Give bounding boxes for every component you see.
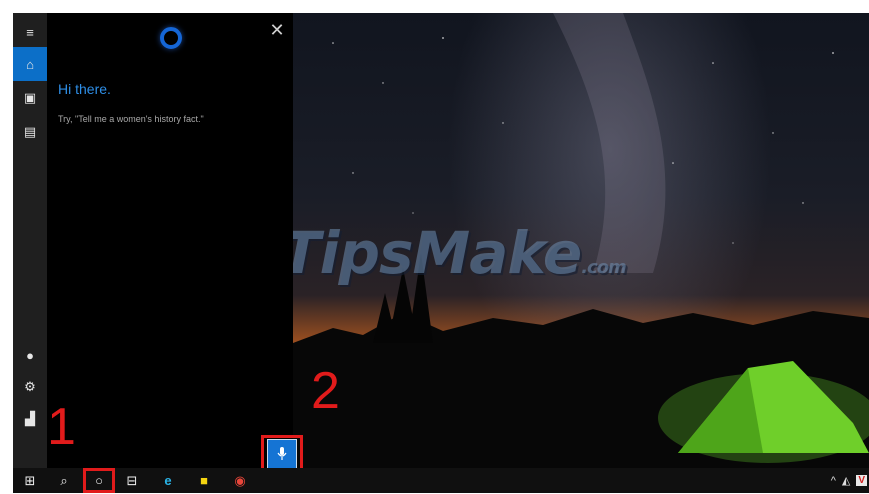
cortana-nav-rail: ≡ ⌂ ▣ ▤ ● ⚙ ▟ (13, 13, 47, 468)
system-tray: ^ ◭ V (831, 468, 869, 493)
notebook-icon[interactable]: ▣ (13, 81, 47, 115)
microphone-icon (267, 439, 297, 469)
chrome-icon[interactable]: ◉ (225, 468, 255, 493)
cortana-icon[interactable]: ○ (83, 468, 115, 493)
close-button[interactable]: ✕ (267, 17, 287, 43)
cortana-panel: ✕ Hi there. Try, "Tell me a women's hist… (47, 13, 293, 468)
annotation-step-2: 2 (311, 362, 340, 420)
settings-icon[interactable]: ⚙ (13, 370, 47, 404)
suggestion-text: Try, "Tell me a women's history fact." (58, 114, 204, 124)
search-icon[interactable]: ⌕ (49, 468, 79, 493)
collections-icon[interactable]: ▤ (13, 115, 47, 149)
menu-icon[interactable]: ≡ (13, 15, 47, 49)
app-tray-icon[interactable]: V (856, 475, 867, 486)
avatar-icon[interactable]: ● (13, 338, 47, 372)
task-view-icon[interactable]: ⊟ (117, 468, 147, 493)
cortana-logo-icon (160, 27, 182, 49)
network-icon[interactable]: ◭ (842, 474, 850, 487)
watermark-logo: TipsMake.com (281, 219, 627, 287)
sticky-notes-icon[interactable]: ■ (189, 468, 219, 493)
greeting-text: Hi there. (58, 81, 111, 97)
chevron-up-icon[interactable]: ^ (831, 475, 836, 487)
start-icon[interactable]: ⊞ (15, 468, 45, 493)
home-icon[interactable]: ⌂ (13, 47, 47, 81)
desktop-screen: TipsMake.com ≡ ⌂ ▣ ▤ ● ⚙ ▟ ✕ Hi there. T… (13, 13, 869, 493)
taskbar: ⊞ ⌕ ○ ⊟ e ■ ◉ ^ ◭ V (13, 468, 869, 493)
annotation-step-1: 1 (47, 398, 76, 456)
edge-icon[interactable]: e (153, 468, 183, 493)
feedback-icon[interactable]: ▟ (13, 402, 47, 436)
